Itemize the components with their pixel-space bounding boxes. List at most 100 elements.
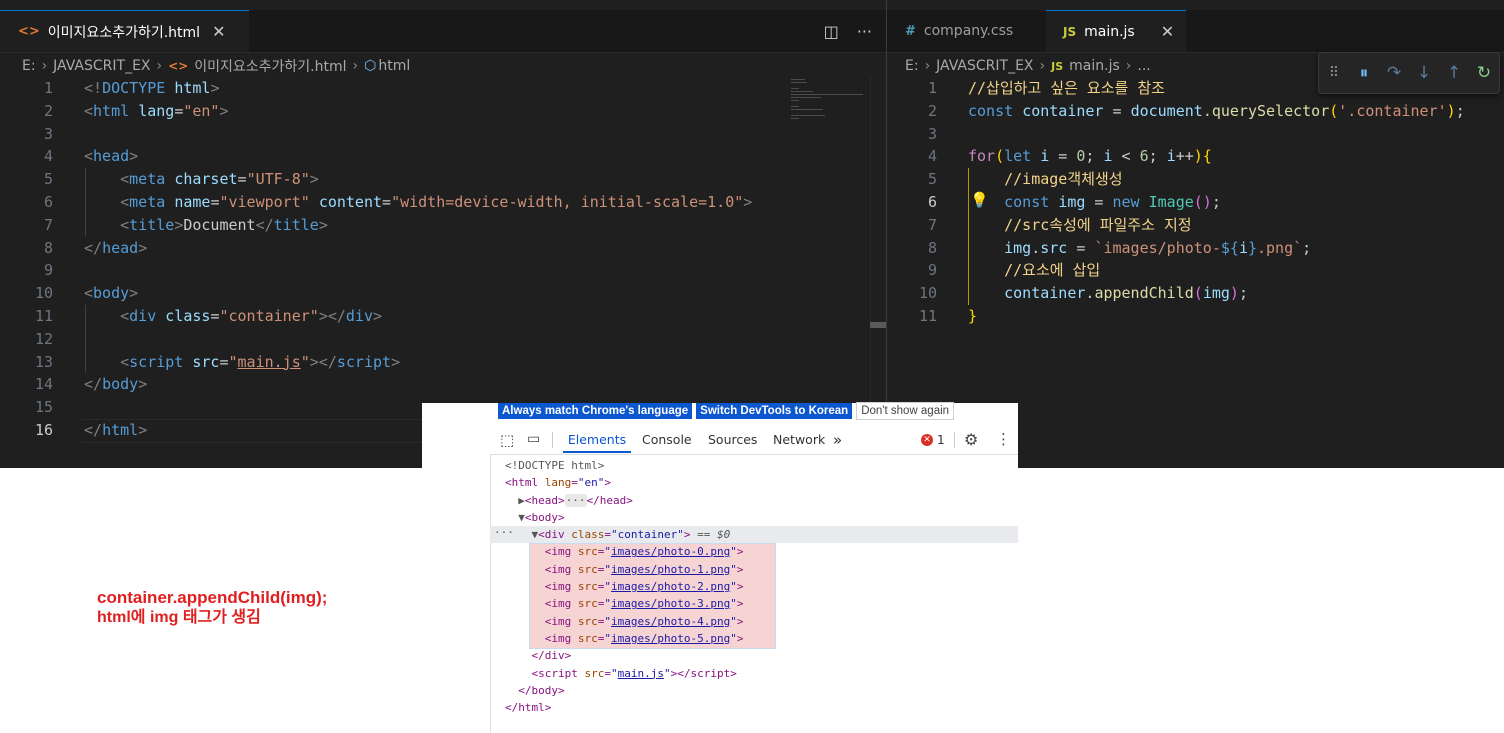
dom-node[interactable]: <!DOCTYPE html> [505, 457, 743, 474]
chevron-right-icon: › [41, 58, 48, 74]
minimap-line [791, 100, 799, 101]
breadcrumb-drive[interactable]: E: [22, 58, 36, 74]
line-number: 10 [918, 284, 937, 303]
html-file-icon: <> [168, 59, 189, 73]
more-options-icon[interactable]: ⋮ [996, 430, 1011, 448]
tab-console[interactable]: Console [642, 427, 692, 453]
line-number: 9 [43, 261, 53, 280]
dom-node[interactable]: ▼<body> [505, 509, 743, 526]
dom-node-img[interactable]: <img src="images/photo-5.png"> [505, 630, 744, 647]
dom-node[interactable]: </div> [505, 647, 743, 664]
tab-main-js[interactable]: JS main.js ✕ [1046, 10, 1186, 52]
line-number: 2 [43, 101, 53, 120]
devtools-gutter [422, 468, 490, 733]
tab-html-file[interactable]: <> 이미지요소추가하기.html ✕ [0, 10, 249, 52]
breadcrumb-file[interactable]: main.js [1069, 58, 1120, 74]
device-toggle-icon[interactable]: ▭ [527, 431, 540, 447]
breadcrumb-folder[interactable]: JAVASCRIT_EX [936, 58, 1033, 74]
close-icon[interactable]: ✕ [1161, 22, 1174, 41]
minimap-line [791, 88, 799, 89]
breadcrumb-more[interactable]: ... [1137, 58, 1150, 74]
dom-node-img[interactable]: <img src="images/photo-1.png"> [505, 561, 744, 578]
split-editor-icon[interactable]: ◫ [824, 22, 839, 41]
img-src-link[interactable]: images/photo-0.png [611, 545, 730, 558]
dom-node-img[interactable]: <img src="images/photo-4.png"> [505, 613, 744, 630]
settings-gear-icon[interactable]: ⚙ [964, 430, 978, 449]
breadcrumb-file[interactable]: 이미지요소추가하기.html [194, 56, 346, 76]
img-src-link[interactable]: images/photo-1.png [611, 563, 730, 576]
tab-label: 이미지요소추가하기.html [47, 24, 201, 41]
dom-tree[interactable]: <!DOCTYPE html> <html lang="en"> ▶<head>… [505, 457, 743, 716]
tab-network[interactable]: Network [773, 427, 825, 453]
minimap-line [791, 97, 821, 98]
code-line: <html lang="en"> [84, 101, 229, 120]
code-line: container.appendChild(img); [1004, 284, 1248, 303]
chevron-right-icon: › [924, 58, 931, 74]
img-src-link[interactable]: images/photo-3.png [611, 597, 730, 610]
switch-to-korean-button[interactable]: Switch DevTools to Korean [696, 403, 853, 419]
drag-handle-icon[interactable]: ⠿ [1319, 65, 1349, 81]
line-number: 5 [43, 170, 53, 189]
line-number: 5 [927, 170, 937, 189]
annotation-line-1: container.appendChild(img); [97, 588, 328, 607]
img-src-link[interactable]: images/photo-4.png [611, 615, 730, 628]
dom-node[interactable]: ▶<head>···</head> [505, 492, 743, 509]
minimap-line [791, 79, 805, 80]
breadcrumb-folder[interactable]: JAVASCRIT_EX [53, 58, 150, 74]
js-code[interactable]: //삽입하고 싶은 요소를 참조 const container = docum… [968, 77, 1498, 328]
step-out-icon[interactable]: ↑ [1439, 63, 1469, 83]
breadcrumb-symbol[interactable]: html [378, 58, 410, 74]
html-file-icon: <> [18, 24, 40, 39]
code-line: //image객체생성 [1004, 170, 1123, 189]
code-line: <body> [84, 284, 139, 303]
html-code[interactable]: <!DOCTYPE html> <html lang="en"> <head> … [84, 77, 784, 442]
minimap-line [791, 106, 799, 107]
restart-icon[interactable]: ↻ [1469, 63, 1499, 83]
tab-company-css[interactable]: # company.css [887, 10, 1045, 52]
line-number: 11 [918, 307, 937, 325]
inspect-element-icon[interactable]: ⬚ [500, 431, 514, 449]
scrollbar-thumb[interactable] [870, 322, 886, 328]
step-into-icon[interactable]: ↓ [1409, 63, 1439, 83]
close-icon[interactable]: ✕ [212, 22, 225, 41]
code-line: <!DOCTYPE html> [84, 79, 220, 97]
more-actions-icon[interactable]: ··· [857, 22, 872, 41]
dom-node[interactable]: <html lang="en"> [505, 474, 743, 491]
code-line: //src속성에 파일주소 지정 [1004, 215, 1192, 234]
more-tabs-icon[interactable]: » [833, 427, 842, 453]
language-bar: Always match Chrome's language Switch De… [498, 400, 955, 422]
minimap-line [791, 82, 807, 83]
line-number: 4 [43, 147, 53, 166]
step-over-icon[interactable]: ↷ [1379, 63, 1409, 83]
dom-node-img[interactable]: <img src="images/photo-2.png"> [505, 578, 744, 595]
img-src-link[interactable]: images/photo-5.png [611, 632, 730, 645]
tab-sources[interactable]: Sources [708, 427, 757, 453]
script-src-link[interactable]: main.js [618, 667, 664, 680]
css-file-icon: # [905, 23, 916, 39]
pause-icon[interactable]: ⏸ [1349, 63, 1379, 83]
error-count[interactable]: 1 [937, 433, 945, 447]
tab-elements[interactable]: Elements [563, 427, 631, 453]
img-src-link[interactable]: images/photo-2.png [611, 580, 730, 593]
line-number: 9 [927, 261, 937, 280]
tab-label: main.js [1084, 23, 1135, 40]
dom-node-img[interactable]: <img src="images/photo-0.png"> [505, 543, 744, 560]
dont-show-again-button[interactable]: Don't show again [856, 402, 955, 420]
line-number: 12 [34, 329, 53, 348]
dom-node[interactable]: </html> [505, 699, 743, 716]
line-number: 15 [34, 398, 53, 417]
dom-node[interactable]: </body> [505, 682, 743, 699]
dom-node-selected[interactable]: ▼<div class="container"> == $0 [505, 526, 743, 543]
breadcrumb-drive[interactable]: E: [905, 58, 919, 74]
always-match-language-button[interactable]: Always match Chrome's language [498, 403, 693, 419]
line-number: 1 [927, 79, 937, 97]
line-number: 8 [927, 238, 937, 257]
dom-node-img[interactable]: <img src="images/photo-3.png"> [505, 595, 744, 612]
annotation-line-2: html에 img 태그가 생김 [97, 609, 261, 626]
error-icon[interactable]: ✕ [921, 434, 933, 446]
minimap-line [791, 118, 799, 119]
dom-node[interactable]: <script src="main.js"></script> [505, 665, 743, 682]
line-number: 11 [34, 307, 53, 325]
